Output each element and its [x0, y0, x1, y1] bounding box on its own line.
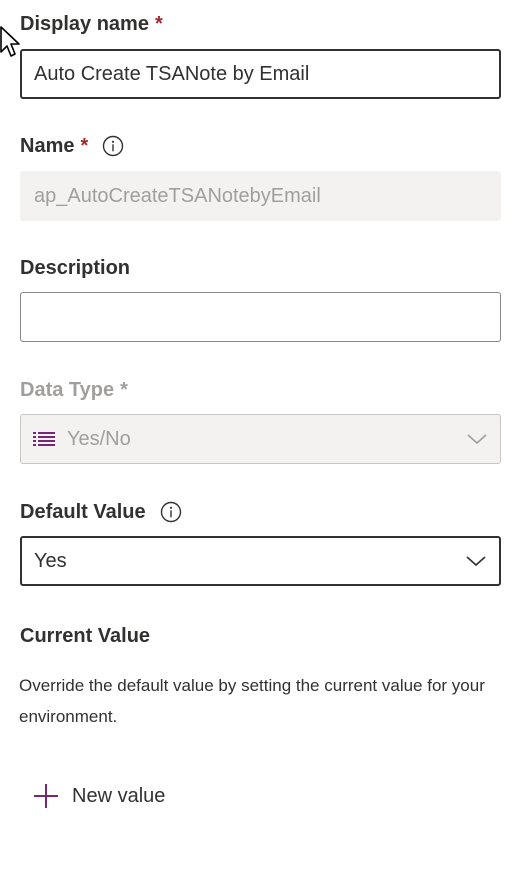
description-label: Description: [20, 257, 131, 279]
display-name-input[interactable]: Auto Create TSANote by Email: [20, 49, 501, 99]
required-marker: *: [120, 378, 128, 401]
data-type-value: Yes/No: [67, 427, 131, 450]
display-name-value: Auto Create TSANote by Email: [34, 62, 310, 85]
info-icon[interactable]: [102, 135, 124, 157]
chevron-down-icon: [466, 432, 488, 446]
new-value-button[interactable]: New value: [32, 776, 165, 816]
description-input[interactable]: [20, 292, 501, 342]
mouse-pointer-icon: [0, 26, 20, 57]
description-label-row: Description: [20, 250, 130, 286]
data-type-label: Data Type: [20, 379, 115, 401]
name-input: ap_AutoCreateTSANotebyEmail: [20, 171, 501, 221]
name-label: Name: [20, 135, 75, 157]
data-type-select: Yes/No: [20, 414, 501, 464]
required-marker: *: [80, 134, 89, 157]
current-value-label: Current Value: [20, 625, 151, 647]
required-marker: *: [154, 12, 163, 35]
current-value-help-text: Override the default value by setting th…: [19, 676, 485, 726]
data-type-label-row: Data Type *: [20, 372, 128, 408]
default-value-label: Default Value: [20, 501, 146, 523]
default-value-label-row: Default Value: [20, 494, 182, 530]
default-value-value: Yes: [34, 549, 67, 572]
name-label-row: Name *: [20, 128, 124, 164]
default-value-select[interactable]: Yes: [20, 536, 501, 586]
plus-icon: [32, 782, 60, 810]
list-icon: [33, 431, 55, 447]
current-value-label-row: Current Value: [20, 618, 150, 654]
display-name-label: Display name: [20, 13, 149, 35]
new-value-label: New value: [72, 784, 166, 807]
chevron-down-icon: [465, 554, 487, 568]
info-icon[interactable]: [160, 501, 182, 523]
name-value: ap_AutoCreateTSANotebyEmail: [34, 184, 321, 207]
display-name-label-row: Display name *: [20, 6, 163, 42]
